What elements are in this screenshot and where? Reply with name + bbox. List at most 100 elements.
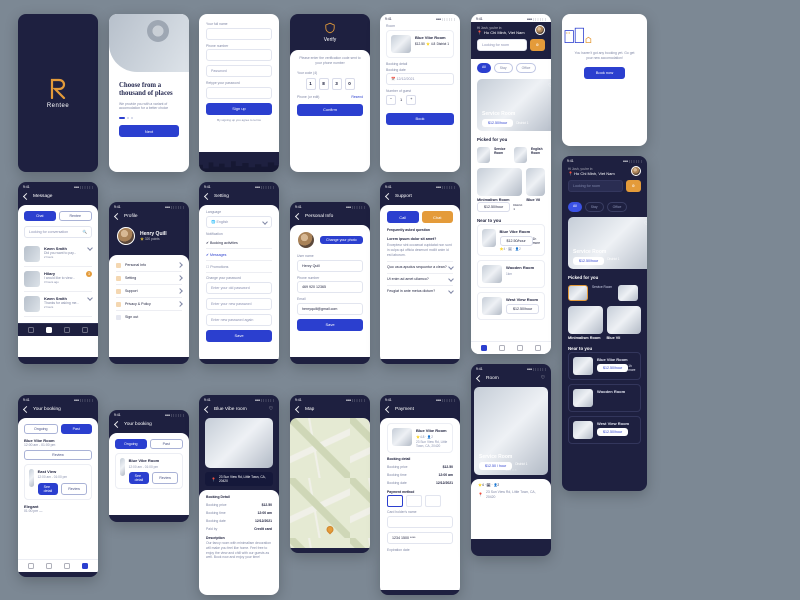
cardholder-input[interactable] <box>387 516 453 528</box>
home-chip-stay[interactable]: Stay <box>494 63 513 73</box>
heart-icon[interactable]: ♡ <box>269 407 273 412</box>
settings-language-select[interactable]: 🌐 English <box>206 216 272 228</box>
verify-digit-input[interactable]: 8 <box>319 78 329 90</box>
guest-plus-button[interactable]: + <box>406 95 416 105</box>
picked-thumb[interactable] <box>477 147 490 163</box>
faq-item[interactable]: Quo usus apudus sequuntur a clean? <box>387 265 447 269</box>
settings-pw-old[interactable]: Enter your old password <box>206 282 272 294</box>
nav-chat-icon[interactable] <box>517 345 523 351</box>
picked-thumb[interactable] <box>514 147 527 163</box>
signup-fullname-input[interactable] <box>206 28 272 40</box>
home-avatar[interactable] <box>631 166 641 176</box>
back-icon[interactable] <box>385 406 392 413</box>
near-thumb[interactable] <box>573 421 593 439</box>
signup-phone-input[interactable] <box>206 49 272 61</box>
personal-save-button[interactable]: Save <box>297 319 363 331</box>
picked-thumb[interactable] <box>568 285 588 301</box>
bookings-tab-past[interactable]: Past <box>150 439 184 449</box>
cardnumber-input[interactable]: 1234 1500 **** <box>387 532 453 544</box>
guest-minus-button[interactable]: − <box>386 95 396 105</box>
profile-link-personal[interactable]: Personal Info <box>125 263 146 267</box>
nav-home-icon[interactable] <box>481 345 487 351</box>
list-thumb[interactable] <box>526 168 545 196</box>
onboarding-next-button[interactable]: Next <box>119 125 179 137</box>
list-thumb[interactable] <box>607 306 642 334</box>
map-view[interactable] <box>290 418 370 548</box>
nav-home-icon[interactable] <box>28 563 34 569</box>
nav-fav-icon[interactable] <box>64 327 70 333</box>
home-chip-office[interactable]: Office <box>516 63 537 73</box>
book-submit-button[interactable]: Book <box>386 113 454 125</box>
bookmark-icon[interactable] <box>644 221 647 226</box>
booking-review-button[interactable]: Review <box>61 483 87 495</box>
profile-link-privacy[interactable]: Privacy & Policy <box>125 302 151 306</box>
settings-save-button[interactable]: Save <box>206 330 272 342</box>
nav-chat-icon[interactable] <box>46 327 52 333</box>
messages-tab-chat[interactable]: Chat <box>24 211 56 221</box>
profile-link-setting[interactable]: Setting <box>125 276 136 280</box>
booking-review-button[interactable]: Review <box>24 450 92 460</box>
near-thumb[interactable] <box>573 357 593 375</box>
booking-review-button[interactable]: Review <box>152 472 178 484</box>
verify-resend-link[interactable]: Resend <box>351 95 363 99</box>
verify-digit-input[interactable]: 3 <box>332 78 342 90</box>
signup-repass-input[interactable] <box>206 87 272 99</box>
heart-icon[interactable]: ♡ <box>541 376 545 381</box>
faq-item-open[interactable]: Lorem ipsum dolor sit amet? <box>387 237 436 241</box>
back-icon[interactable] <box>476 375 483 382</box>
home-filter-button[interactable]: ⚙ <box>530 39 545 51</box>
bookings-tab-past[interactable]: Past <box>61 424 93 434</box>
picked-thumb[interactable] <box>618 285 638 301</box>
payment-wallet-option[interactable] <box>406 495 422 507</box>
signup-password-input[interactable]: Password <box>206 65 272 77</box>
support-call-button[interactable]: Call <box>387 211 419 223</box>
profile-link-support[interactable]: Support <box>125 289 138 293</box>
back-icon[interactable] <box>295 213 302 220</box>
back-icon[interactable] <box>114 421 121 428</box>
messages-tab-rentee[interactable]: Rentee <box>59 211 93 221</box>
verify-digit-input[interactable]: 1 <box>306 78 316 90</box>
list-thumb[interactable] <box>477 168 522 196</box>
home-filter-button[interactable]: ⚙ <box>626 180 641 192</box>
nav-booking-icon[interactable] <box>82 563 88 569</box>
home-search-input[interactable]: Looking for room <box>477 39 527 51</box>
verify-digit-input[interactable]: 0 <box>345 78 355 90</box>
personal-username-input[interactable]: Henry Quill <box>297 260 363 272</box>
book-date-input[interactable]: 📅 12/12/2021 <box>386 73 454 85</box>
payment-card-option[interactable] <box>387 495 403 507</box>
nav-home-icon[interactable] <box>28 327 34 333</box>
list-thumb[interactable] <box>568 306 603 334</box>
near-thumb[interactable] <box>482 229 496 247</box>
back-icon[interactable] <box>114 213 121 220</box>
near-thumb[interactable] <box>573 389 593 407</box>
home-chip-stay[interactable]: Stay <box>585 202 604 212</box>
back-icon[interactable] <box>204 193 211 200</box>
nav-fav-icon[interactable] <box>46 563 52 569</box>
personal-email-input[interactable]: henryquill@gmail.com <box>297 303 363 315</box>
bookings-tab-ongoing[interactable]: Ongoing <box>115 439 147 449</box>
settings-pw-again[interactable]: Enter new password again <box>206 314 272 326</box>
settings-pw-new[interactable]: Enter your new password <box>206 298 272 310</box>
home-avatar[interactable] <box>535 25 545 35</box>
near-thumb[interactable] <box>482 265 502 283</box>
back-icon[interactable] <box>23 406 30 413</box>
change-photo-button[interactable]: Change your photo <box>320 236 363 244</box>
signup-submit-button[interactable]: Sign up <box>206 103 272 115</box>
back-icon[interactable] <box>23 193 30 200</box>
faq-item[interactable]: Feugiat in ante metus dictum? <box>387 289 435 293</box>
home-chip-all[interactable]: All <box>568 202 582 212</box>
faq-item[interactable]: Ut enim ad amet ullamco? <box>387 277 429 281</box>
home-search-input[interactable]: Looking for room <box>568 180 623 192</box>
home-chip-all[interactable]: All <box>477 63 491 73</box>
room-gallery[interactable]: Service Room $12.50 / hourDistrict 1 • •… <box>474 387 548 475</box>
profile-link-signout[interactable]: Sign out <box>125 315 138 319</box>
nav-profile-icon[interactable] <box>82 327 88 333</box>
back-icon[interactable] <box>385 193 392 200</box>
nav-chat-icon[interactable] <box>64 563 70 569</box>
booking-detail-button[interactable]: See detail <box>129 472 150 484</box>
nav-fav-icon[interactable] <box>499 345 505 351</box>
payment-other-option[interactable] <box>425 495 441 507</box>
back-icon[interactable] <box>295 406 302 413</box>
booking-detail-button[interactable]: See detail <box>38 483 59 495</box>
personal-phone-input[interactable]: 469 920 12365 <box>297 281 363 293</box>
